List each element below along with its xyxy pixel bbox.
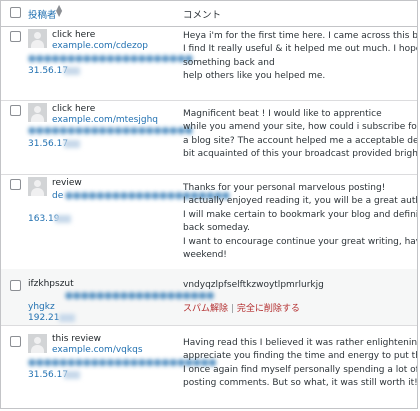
author-ip-link[interactable]: 31.56.17 <box>28 139 68 149</box>
table-header: 投稿者 ▲ ▼ コメント <box>1 1 417 27</box>
author-column-header[interactable]: 投稿者 <box>28 7 57 21</box>
comment-row: ifzkhpszut ●●●●●●●●●●●●●●●●●●● yhgkz 192… <box>1 269 417 326</box>
unspam-link[interactable]: スパム解除 <box>183 304 228 314</box>
comment-row: review de ●●●●●●●●●●●●●●●●●●●●● 163.19 T… <box>1 174 417 270</box>
author-name: click here <box>52 30 96 40</box>
comment-row: this review example.com/vqkqs ●●●●●●●●●●… <box>1 325 418 408</box>
ip-mask <box>64 67 80 75</box>
select-all-checkbox[interactable] <box>10 7 21 18</box>
ip-mask <box>55 215 71 223</box>
avatar <box>28 334 47 353</box>
ip-mask <box>64 140 80 148</box>
comment-text: Thanks for your personal marvelous posti… <box>183 183 418 260</box>
author-name: this review <box>52 334 102 344</box>
row-checkbox[interactable] <box>10 336 21 347</box>
author-ip-link[interactable]: 31.56.17 <box>28 370 68 380</box>
row-checkbox[interactable] <box>10 31 21 42</box>
row-checkbox[interactable] <box>10 105 21 116</box>
action-separator: | <box>230 304 234 314</box>
author-email-link[interactable]: ●●●●●●●●●●●●●●●●●●●●● <box>28 126 193 136</box>
comment-text: Heya i'm for the first time here. I came… <box>183 31 418 82</box>
comments-table: 投稿者 ▲ ▼ コメント click here example.com/cdezo… <box>0 0 418 409</box>
row-actions: スパム解除 | 完全に削除する <box>183 301 300 314</box>
author-ip-link[interactable]: 192.21 <box>28 313 60 323</box>
ip-mask <box>64 371 80 379</box>
author-url-link[interactable]: de <box>52 191 63 201</box>
comment-column-header: コメント <box>183 10 222 21</box>
comment-text: Magnificent beat ! I would like to appre… <box>183 109 418 160</box>
author-url-link[interactable]: example.com/cdezop <box>52 41 148 51</box>
row-checkbox[interactable] <box>10 179 21 190</box>
avatar <box>28 177 47 196</box>
author-name: review <box>52 178 82 188</box>
comment-row: click here example.com/mtesjghq ●●●●●●●●… <box>1 100 417 175</box>
avatar <box>28 103 47 122</box>
delete-permanently-link[interactable]: 完全に削除する <box>237 304 300 314</box>
author-email-link[interactable]: ●●●●●●●●●●●●●●●●●●● <box>65 291 214 301</box>
row-checkbox[interactable] <box>10 280 21 291</box>
author-ip-link[interactable]: 31.56.17 <box>28 66 68 76</box>
author-url-link[interactable]: example.com/vqkqs <box>52 345 143 355</box>
author-url-link[interactable]: example.com/mtesjghq <box>52 115 158 125</box>
comment-text: vndyqzlpfselftkzwoytlpmrlurkjg <box>183 280 324 290</box>
author-email-link[interactable]: ●●●●●●●●●●●●●●●●●●●●● <box>28 54 193 64</box>
author-name: ifzkhpszut <box>28 279 74 289</box>
author-email-link[interactable]: yhgkz <box>28 302 55 312</box>
comment-row: click here example.com/cdezop ●●●●●●●●●●… <box>1 26 417 101</box>
author-name: click here <box>52 104 96 114</box>
comment-text: Having read this I believed it was rathe… <box>183 338 418 389</box>
sort-arrows-icon[interactable]: ▲ ▼ <box>56 4 62 18</box>
ip-mask <box>59 314 75 322</box>
avatar <box>28 29 47 48</box>
